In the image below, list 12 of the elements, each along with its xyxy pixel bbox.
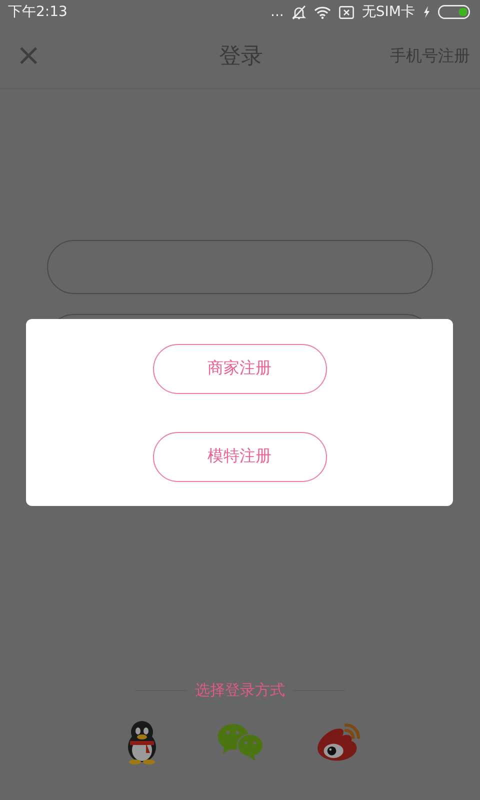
status-time: 下午2:13 (8, 3, 68, 21)
battery-icon (438, 5, 470, 19)
wifi-icon (314, 6, 331, 18)
register-button[interactable]: 商家注册 (152, 344, 326, 394)
carrier-text: 无SIM卡 (362, 3, 415, 21)
login-options-label: 选择登录方式 (195, 681, 285, 700)
sim-card-icon (338, 6, 354, 18)
charging-icon (423, 6, 430, 18)
register-button[interactable]: 模特注册 (152, 432, 326, 482)
bell-muted-icon (292, 4, 306, 20)
more-indicator: ... (270, 4, 284, 20)
close-button[interactable]: × (12, 41, 46, 71)
